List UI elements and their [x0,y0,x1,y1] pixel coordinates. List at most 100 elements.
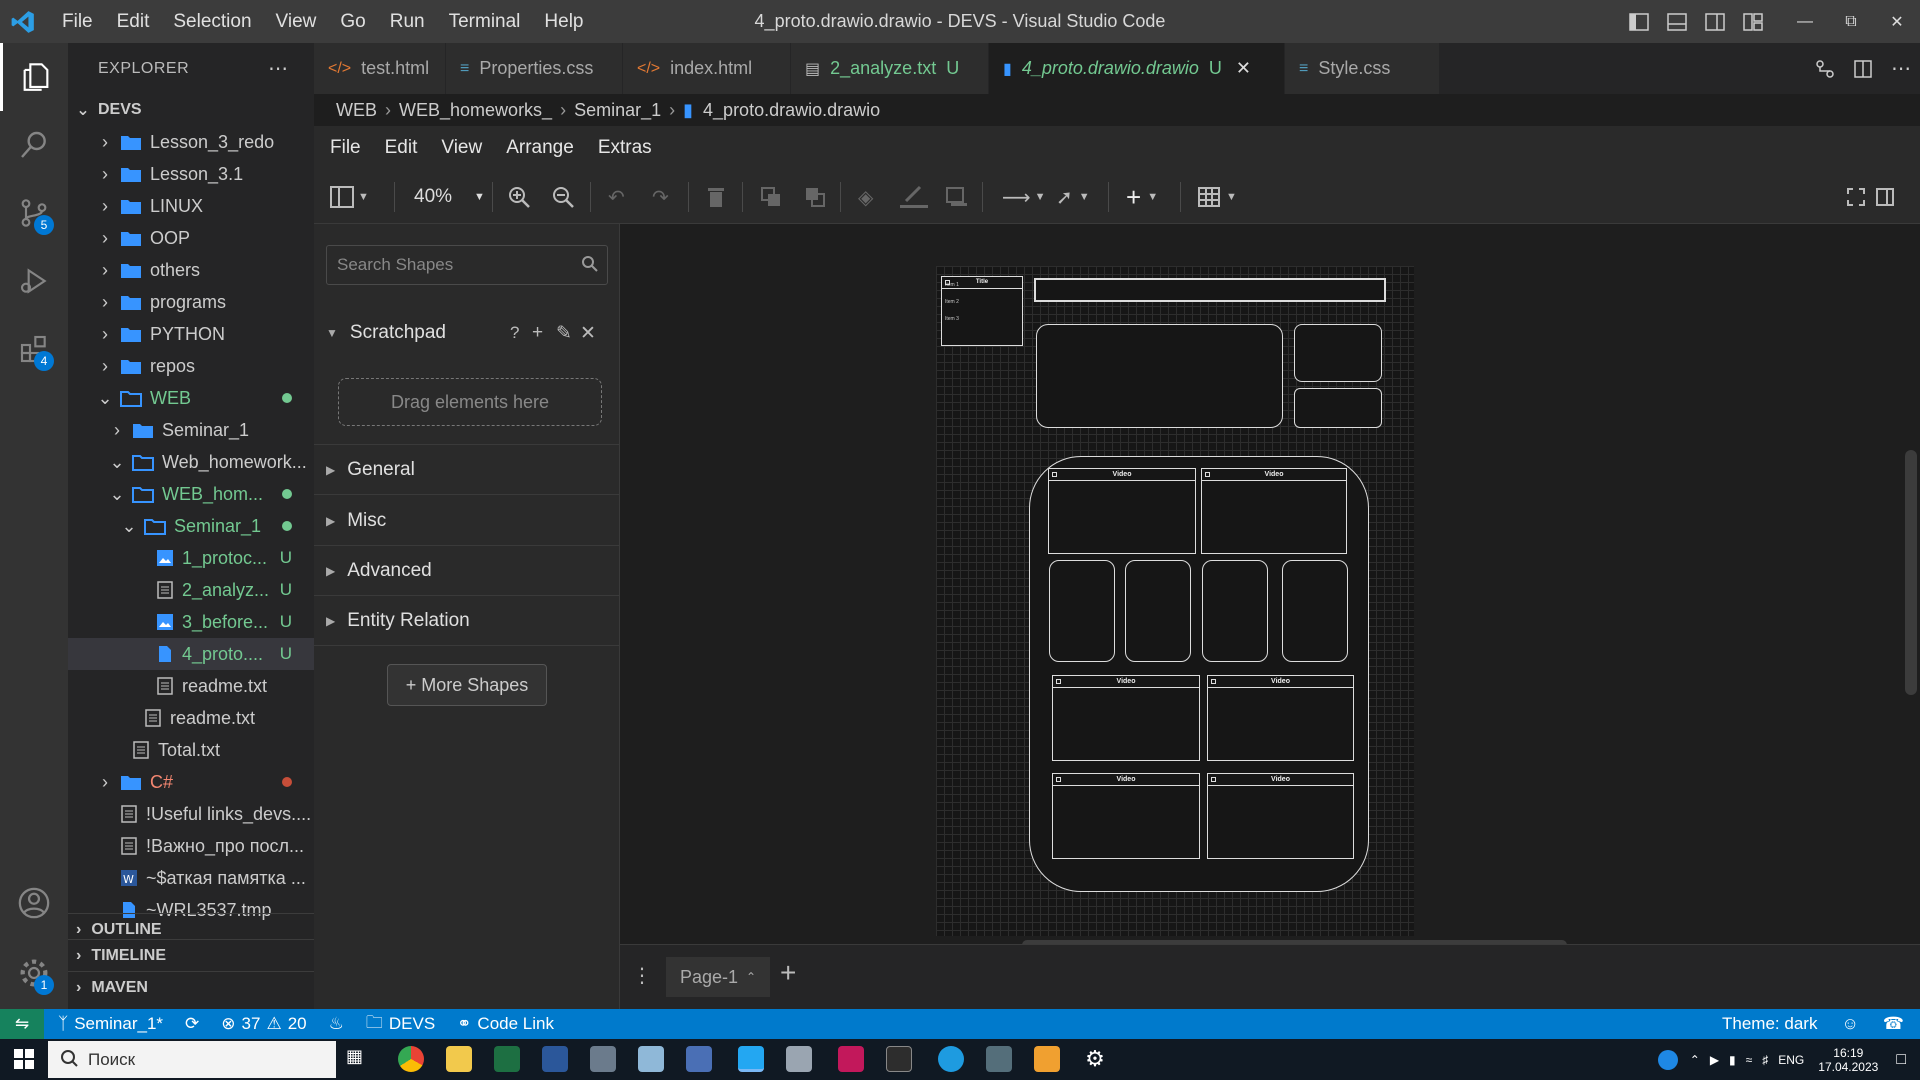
windows-start-icon[interactable] [14,1049,34,1074]
page-tab[interactable]: Page-1 ⌃ [666,957,770,997]
menu-selection[interactable]: Selection [161,11,263,33]
pages-menu-icon[interactable]: ⋮ [632,963,652,988]
drawio-menu-edit[interactable]: Edit [385,137,418,159]
search-shapes-input[interactable]: Search Shapes [326,245,608,285]
customize-layout-icon[interactable] [1734,0,1772,43]
tab-style-css[interactable]: ≡ Style.css [1285,43,1440,94]
breadcrumb-item[interactable]: WEB_homeworks_ [399,100,552,121]
zoom-out-icon[interactable] [552,184,574,210]
app-icon[interactable] [590,1046,616,1072]
app-icon[interactable] [638,1046,664,1072]
vertical-scrollbar[interactable] [1905,450,1917,695]
tree-item[interactable]: 2_analyz... U [68,574,314,606]
source-control-icon[interactable]: 5 [0,179,68,247]
palette-general[interactable]: ▶ General [314,445,620,495]
network-icon[interactable]: ▶ [1710,1053,1719,1067]
menu-terminal[interactable]: Terminal [437,11,533,33]
add-icon[interactable]: + [532,322,543,344]
diagram-video[interactable]: Video [1052,773,1200,859]
vscode-taskbar-icon[interactable] [738,1046,764,1072]
tab-2-analyze[interactable]: ▤ 2_analyze.txt U [791,43,989,94]
toggle-format-icon[interactable] [1876,184,1894,210]
diagram-card[interactable] [1125,560,1191,662]
diagram-card[interactable] [1282,560,1348,662]
app-icon[interactable] [786,1046,812,1072]
shadow-icon[interactable] [946,184,968,210]
to-back-icon[interactable] [804,184,826,210]
tree-item[interactable]: › OOP [68,222,314,254]
battery-icon[interactable]: ▮ [1729,1053,1736,1067]
tree-item[interactable]: › repos [68,350,314,382]
tree-item[interactable]: 1_protoc... U [68,542,314,574]
more-shapes-button[interactable]: + More Shapes [387,664,547,706]
chevron-up-icon[interactable]: ⌃ [1690,1053,1700,1067]
more-actions-icon[interactable]: ⋯ [268,56,289,81]
tree-item[interactable]: readme.txt [68,702,314,734]
minimize-icon[interactable]: — [1782,0,1828,43]
volume-icon[interactable]: ♯ [1762,1053,1768,1067]
tree-item[interactable]: › Lesson_3_redo [68,126,314,158]
scratchpad-dropzone[interactable]: Drag elements here [338,378,602,426]
menu-go[interactable]: Go [328,11,377,33]
remote-icon[interactable]: ⇋ [0,1009,44,1039]
tree-item[interactable]: › programs [68,286,314,318]
terminal-icon[interactable] [886,1046,912,1072]
undo-icon[interactable]: ↶ [608,184,625,210]
drawio-menu-extras[interactable]: Extras [598,137,652,159]
bell-icon[interactable]: ☎ [1883,1014,1904,1034]
diagram-card[interactable] [1202,560,1268,662]
help-icon[interactable] [1657,1049,1678,1070]
tree-root-devs[interactable]: ⌄ DEVS [68,94,314,126]
search-icon[interactable] [581,255,599,278]
problems-status[interactable]: ⊗ 37 ⚠ 20 [221,1014,306,1034]
wifi-icon[interactable]: ≈ [1746,1053,1753,1067]
section-timeline[interactable]: › TIMELINE [68,939,314,971]
chrome-icon[interactable] [398,1046,424,1072]
menu-edit[interactable]: Edit [105,11,162,33]
palette-misc[interactable]: ▶ Misc [314,496,620,546]
tree-item[interactable]: › Lesson_3.1 [68,158,314,190]
tree-item[interactable]: Total.txt [68,734,314,766]
tab-test-html[interactable]: </> test.html [314,43,446,94]
tree-item[interactable]: ⌄ WEB [68,382,314,414]
section-maven[interactable]: › MAVEN [68,971,314,1003]
zoom-select[interactable]: 40% ▼ [414,184,485,210]
diagram-video[interactable]: Video [1052,675,1200,761]
run-debug-icon[interactable] [0,247,68,315]
clock[interactable]: 16:19 17.04.2023 [1818,1046,1878,1074]
menu-help[interactable]: Help [532,11,595,33]
table-icon[interactable]: ▼ [1198,184,1237,210]
feedback-icon[interactable]: ☺ [1841,1014,1858,1034]
settings-gear-icon[interactable]: ⚙ [1082,1046,1108,1072]
explorer-icon[interactable] [0,43,68,111]
notifications-icon[interactable]: □ [1896,1051,1906,1069]
task-view-icon[interactable]: ▦ [346,1046,372,1072]
close-icon[interactable]: ✕ [580,322,596,345]
tree-item[interactable]: readme.txt [68,670,314,702]
connection-icon[interactable]: ⟶ ▼ [1002,184,1046,210]
edge-icon[interactable] [938,1046,964,1072]
close-window-icon[interactable]: ✕ [1874,0,1920,43]
menu-view[interactable]: View [264,11,329,33]
theme-status[interactable]: Theme: dark [1722,1014,1817,1034]
tree-item[interactable]: › LINUX [68,190,314,222]
tab-properties-css[interactable]: ≡ Properties.css [446,43,623,94]
drawio-menu-file[interactable]: File [330,137,361,159]
tab-4-proto-drawio[interactable]: ▮ 4_proto.drawio.drawio U ✕ [989,43,1285,94]
diagram-video[interactable]: Video [1207,773,1354,859]
diagram-card[interactable] [1049,560,1115,662]
format-panel-icon[interactable]: ▼ [330,184,369,210]
tree-item[interactable]: ⌄ WEB_hom... [68,478,314,510]
word-icon[interactable] [542,1046,568,1072]
sync-icon[interactable]: ⟳ [185,1014,199,1034]
app-icon[interactable] [686,1046,712,1072]
tree-item[interactable]: 4_proto.... U [68,638,314,670]
tree-item[interactable]: ⌄ Seminar_1 [68,510,314,542]
edit-icon[interactable]: ✎ [556,322,572,345]
line-color-icon[interactable] [900,184,928,210]
intellij-icon[interactable] [838,1046,864,1072]
diagram-list[interactable]: Title Item 1 Item 2 Item 3 [941,276,1023,346]
tree-item[interactable]: › Seminar_1 [68,414,314,446]
search-icon[interactable] [0,111,68,179]
waypoints-icon[interactable]: ➚ ▼ [1056,184,1090,210]
